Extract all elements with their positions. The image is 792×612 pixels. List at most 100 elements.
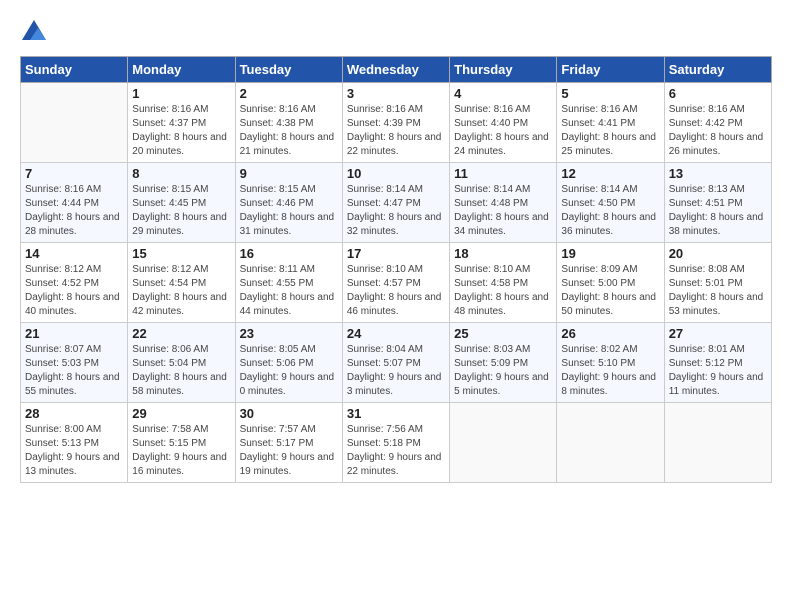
day-number: 29 bbox=[132, 406, 230, 421]
calendar-day-cell: 22Sunrise: 8:06 AMSunset: 5:04 PMDayligh… bbox=[128, 323, 235, 403]
day-info: Sunrise: 8:08 AMSunset: 5:01 PMDaylight:… bbox=[669, 263, 767, 319]
calendar-day-cell: 16Sunrise: 8:11 AMSunset: 4:55 PMDayligh… bbox=[235, 243, 342, 323]
calendar-day-cell: 17 Sunrise: 8:10 AMSunset: 4:57 PMDayligh… bbox=[342, 243, 449, 323]
day-info: Sunrise: 8:05 AMSunset: 5:06 PMDaylight:… bbox=[240, 343, 338, 399]
calendar-day-cell: 18 Sunrise: 8:10 AMSunset: 4:58 PMDayligh… bbox=[450, 243, 557, 323]
day-number: 19 bbox=[561, 246, 659, 261]
calendar-day-cell: 7Sunrise: 8:16 AMSunset: 4:44 PMDaylight… bbox=[21, 163, 128, 243]
header bbox=[20, 18, 772, 46]
day-info: Sunrise: 7:56 AMSunset: 5:18 PMDaylight:… bbox=[347, 423, 445, 479]
day-number: 10 bbox=[347, 166, 445, 181]
calendar-day-cell: 4 Sunrise: 8:16 AMSunset: 4:40 PMDaylight… bbox=[450, 83, 557, 163]
calendar-day-cell bbox=[21, 83, 128, 163]
calendar-day-cell: 11 Sunrise: 8:14 AMSunset: 4:48 PMDayligh… bbox=[450, 163, 557, 243]
day-info: Sunrise: 7:58 AMSunset: 5:15 PMDaylight:… bbox=[132, 423, 230, 479]
calendar-day-cell: 15Sunrise: 8:12 AMSunset: 4:54 PMDayligh… bbox=[128, 243, 235, 323]
day-number: 17 bbox=[347, 246, 445, 261]
calendar-header-row: SundayMondayTuesdayWednesdayThursdayFrid… bbox=[21, 57, 772, 83]
day-info: Sunrise: 8:04 AMSunset: 5:07 PMDaylight:… bbox=[347, 343, 445, 399]
calendar-day-cell: 6 Sunrise: 8:16 AMSunset: 4:42 PMDaylight… bbox=[664, 83, 771, 163]
day-info: Sunrise: 8:06 AMSunset: 5:04 PMDaylight:… bbox=[132, 343, 230, 399]
calendar-day-cell: 31 Sunrise: 7:56 AMSunset: 5:18 PMDayligh… bbox=[342, 403, 449, 483]
calendar-day-cell bbox=[557, 403, 664, 483]
calendar-day-cell: 9Sunrise: 8:15 AMSunset: 4:46 PMDaylight… bbox=[235, 163, 342, 243]
day-number: 26 bbox=[561, 326, 659, 341]
day-info: Sunrise: 8:10 AMSunset: 4:57 PMDaylight:… bbox=[347, 263, 445, 319]
day-number: 11 bbox=[454, 166, 552, 181]
calendar-day-cell: 12 Sunrise: 8:14 AMSunset: 4:50 PMDayligh… bbox=[557, 163, 664, 243]
day-info: Sunrise: 7:57 AMSunset: 5:17 PMDaylight:… bbox=[240, 423, 338, 479]
day-number: 27 bbox=[669, 326, 767, 341]
weekday-header: Tuesday bbox=[235, 57, 342, 83]
day-info: Sunrise: 8:16 AMSunset: 4:41 PMDaylight:… bbox=[561, 103, 659, 159]
day-info: Sunrise: 8:16 AMSunset: 4:42 PMDaylight:… bbox=[669, 103, 767, 159]
day-info: Sunrise: 8:00 AMSunset: 5:13 PMDaylight:… bbox=[25, 423, 123, 479]
day-info: Sunrise: 8:11 AMSunset: 4:55 PMDaylight:… bbox=[240, 263, 338, 319]
calendar-day-cell: 3 Sunrise: 8:16 AMSunset: 4:39 PMDaylight… bbox=[342, 83, 449, 163]
day-number: 20 bbox=[669, 246, 767, 261]
weekday-header: Wednesday bbox=[342, 57, 449, 83]
calendar-day-cell: 1 Sunrise: 8:16 AMSunset: 4:37 PMDaylight… bbox=[128, 83, 235, 163]
day-info: Sunrise: 8:16 AMSunset: 4:39 PMDaylight:… bbox=[347, 103, 445, 159]
calendar-day-cell bbox=[450, 403, 557, 483]
day-number: 8 bbox=[132, 166, 230, 181]
day-number: 13 bbox=[669, 166, 767, 181]
day-number: 18 bbox=[454, 246, 552, 261]
logo bbox=[20, 18, 52, 46]
day-info: Sunrise: 8:13 AMSunset: 4:51 PMDaylight:… bbox=[669, 183, 767, 239]
day-info: Sunrise: 8:07 AMSunset: 5:03 PMDaylight:… bbox=[25, 343, 123, 399]
calendar-day-cell: 2Sunrise: 8:16 AMSunset: 4:38 PMDaylight… bbox=[235, 83, 342, 163]
calendar-day-cell: 29 Sunrise: 7:58 AMSunset: 5:15 PMDayligh… bbox=[128, 403, 235, 483]
calendar-week-row: 21 Sunrise: 8:07 AMSunset: 5:03 PMDayligh… bbox=[21, 323, 772, 403]
calendar-day-cell: 30 Sunrise: 7:57 AMSunset: 5:17 PMDayligh… bbox=[235, 403, 342, 483]
calendar-day-cell: 10 Sunrise: 8:14 AMSunset: 4:47 PMDayligh… bbox=[342, 163, 449, 243]
calendar-day-cell: 21 Sunrise: 8:07 AMSunset: 5:03 PMDayligh… bbox=[21, 323, 128, 403]
day-number: 21 bbox=[25, 326, 123, 341]
day-info: Sunrise: 8:01 AMSunset: 5:12 PMDaylight:… bbox=[669, 343, 767, 399]
day-info: Sunrise: 8:16 AMSunset: 4:40 PMDaylight:… bbox=[454, 103, 552, 159]
page: SundayMondayTuesdayWednesdayThursdayFrid… bbox=[0, 0, 792, 612]
day-info: Sunrise: 8:12 AMSunset: 4:54 PMDaylight:… bbox=[132, 263, 230, 319]
day-info: Sunrise: 8:14 AMSunset: 4:47 PMDaylight:… bbox=[347, 183, 445, 239]
calendar-week-row: 7Sunrise: 8:16 AMSunset: 4:44 PMDaylight… bbox=[21, 163, 772, 243]
day-info: Sunrise: 8:14 AMSunset: 4:48 PMDaylight:… bbox=[454, 183, 552, 239]
day-number: 7 bbox=[25, 166, 123, 181]
calendar-day-cell: 13 Sunrise: 8:13 AMSunset: 4:51 PMDayligh… bbox=[664, 163, 771, 243]
day-info: Sunrise: 8:16 AMSunset: 4:38 PMDaylight:… bbox=[240, 103, 338, 159]
day-number: 24 bbox=[347, 326, 445, 341]
day-number: 31 bbox=[347, 406, 445, 421]
day-number: 25 bbox=[454, 326, 552, 341]
calendar-day-cell: 5 Sunrise: 8:16 AMSunset: 4:41 PMDaylight… bbox=[557, 83, 664, 163]
calendar-day-cell: 28 Sunrise: 8:00 AMSunset: 5:13 PMDayligh… bbox=[21, 403, 128, 483]
calendar-day-cell: 26 Sunrise: 8:02 AMSunset: 5:10 PMDayligh… bbox=[557, 323, 664, 403]
day-number: 12 bbox=[561, 166, 659, 181]
logo-icon bbox=[20, 18, 48, 46]
day-number: 3 bbox=[347, 86, 445, 101]
calendar-day-cell: 24 Sunrise: 8:04 AMSunset: 5:07 PMDayligh… bbox=[342, 323, 449, 403]
calendar-day-cell: 27 Sunrise: 8:01 AMSunset: 5:12 PMDayligh… bbox=[664, 323, 771, 403]
day-info: Sunrise: 8:10 AMSunset: 4:58 PMDaylight:… bbox=[454, 263, 552, 319]
weekday-header: Friday bbox=[557, 57, 664, 83]
day-info: Sunrise: 8:15 AMSunset: 4:46 PMDaylight:… bbox=[240, 183, 338, 239]
weekday-header: Sunday bbox=[21, 57, 128, 83]
day-number: 5 bbox=[561, 86, 659, 101]
calendar-day-cell: 20 Sunrise: 8:08 AMSunset: 5:01 PMDayligh… bbox=[664, 243, 771, 323]
day-info: Sunrise: 8:12 AMSunset: 4:52 PMDaylight:… bbox=[25, 263, 123, 319]
day-number: 1 bbox=[132, 86, 230, 101]
calendar-day-cell: 14Sunrise: 8:12 AMSunset: 4:52 PMDayligh… bbox=[21, 243, 128, 323]
day-info: Sunrise: 8:14 AMSunset: 4:50 PMDaylight:… bbox=[561, 183, 659, 239]
day-info: Sunrise: 8:09 AMSunset: 5:00 PMDaylight:… bbox=[561, 263, 659, 319]
calendar-day-cell: 19 Sunrise: 8:09 AMSunset: 5:00 PMDayligh… bbox=[557, 243, 664, 323]
calendar-day-cell: 23Sunrise: 8:05 AMSunset: 5:06 PMDayligh… bbox=[235, 323, 342, 403]
calendar: SundayMondayTuesdayWednesdayThursdayFrid… bbox=[20, 56, 772, 483]
day-number: 6 bbox=[669, 86, 767, 101]
day-info: Sunrise: 8:15 AMSunset: 4:45 PMDaylight:… bbox=[132, 183, 230, 239]
calendar-day-cell: 8 Sunrise: 8:15 AMSunset: 4:45 PMDaylight… bbox=[128, 163, 235, 243]
calendar-week-row: 1 Sunrise: 8:16 AMSunset: 4:37 PMDaylight… bbox=[21, 83, 772, 163]
day-number: 28 bbox=[25, 406, 123, 421]
day-info: Sunrise: 8:02 AMSunset: 5:10 PMDaylight:… bbox=[561, 343, 659, 399]
calendar-day-cell bbox=[664, 403, 771, 483]
day-info: Sunrise: 8:16 AMSunset: 4:37 PMDaylight:… bbox=[132, 103, 230, 159]
day-number: 30 bbox=[240, 406, 338, 421]
day-number: 4 bbox=[454, 86, 552, 101]
